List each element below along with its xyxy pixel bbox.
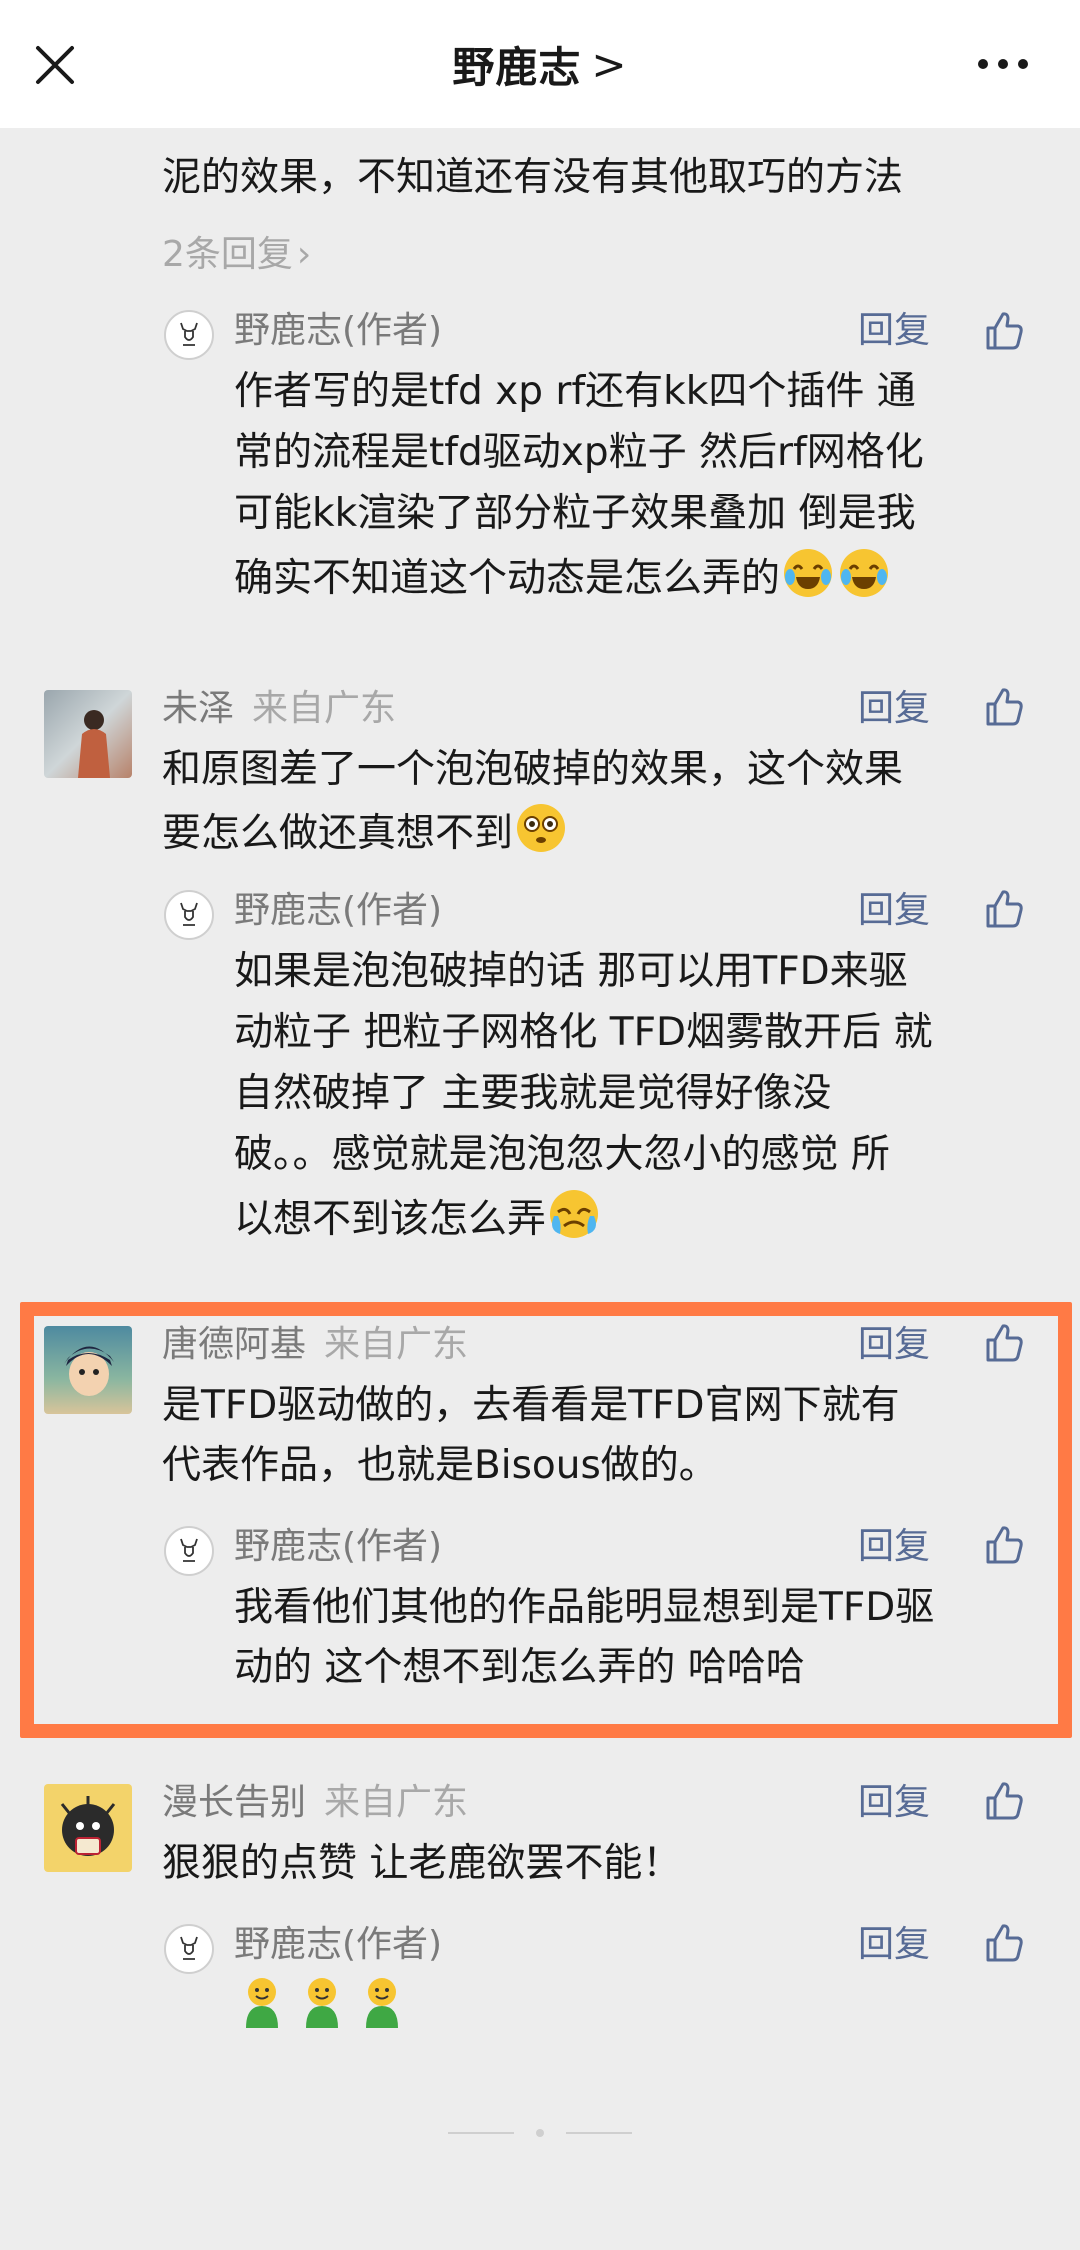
comment-author-line: 唐德阿基 来自广东 [162,1322,468,1368]
reply-button[interactable]: 回复 [858,308,930,354]
author-avatar[interactable] [164,1526,214,1576]
user-avatar[interactable] [44,690,132,778]
reply-text-line: 如果是泡泡破掉的话 那可以用TFD来驱 [234,949,908,994]
close-icon[interactable] [34,44,76,86]
reply-text-line: 破。。感觉就是泡泡忽大忽小的感觉 所 [234,1132,890,1177]
avatar-image [60,1796,116,1856]
reply-text-line: 我看他们其他的作品能明显想到是TFD驱 [234,1585,935,1630]
location-label: 来自广东 [324,1782,469,1823]
reply-text: 确实不知道这个动态是怎么弄的 [234,556,781,601]
author-name[interactable]: 野鹿志(作者) [234,888,442,934]
happy-figure-emoji-icon [246,1978,278,2028]
avatar-image [78,710,110,778]
user-avatar[interactable] [44,1326,132,1414]
comment-author-line: 未泽 来自广东 [162,686,396,732]
reply-text-line: 作者写的是tfd xp rf还有kk四个插件 通 [234,369,916,414]
more-replies-label: 2条回复 [162,234,293,275]
chevron-right-icon: > [591,39,628,89]
comment-text: 要怎么做还真想不到 [162,811,514,856]
reply-button[interactable]: 回复 [858,1780,930,1826]
comment-text-line: 是TFD驱动做的，去看看是TFD官网下就有 [162,1383,900,1428]
account-name: 野鹿志 [452,42,582,92]
crying-emoji-icon [550,1190,599,1238]
happy-figure-emoji-icon [306,1978,338,2028]
user-name[interactable]: 唐德阿基 [162,1324,306,1365]
tears-of-joy-emoji-icon [784,549,833,597]
location-label: 来自广东 [324,1324,469,1365]
more-replies-link[interactable]: 2条回复 › [162,232,311,278]
thumbs-up-icon[interactable] [982,1320,1026,1364]
thumbs-up-icon[interactable] [982,308,1026,352]
author-name[interactable]: 野鹿志(作者) [234,308,442,354]
thumbs-up-icon[interactable] [982,684,1026,728]
happy-figure-emoji-icon [366,1978,398,2028]
comment-text-line: 狠狠的点赞 让老鹿欲罢不能！ [162,1841,682,1886]
comment-author-line: 漫长告别 来自广东 [162,1780,468,1826]
author-name[interactable]: 野鹿志(作者) [234,1524,442,1570]
location-label: 来自广东 [252,688,397,729]
end-of-list-indicator [448,2129,632,2137]
thumbs-up-icon[interactable] [982,1778,1026,1822]
tears-of-joy-emoji-icon [840,549,889,597]
chevron-right-icon: › [296,234,312,275]
flushed-emoji-icon [517,804,566,852]
author-avatar[interactable] [164,1924,214,1974]
reply-emoji-row [234,1974,410,2030]
thumbs-up-icon[interactable] [982,886,1026,930]
thumbs-up-icon[interactable] [982,1522,1026,1566]
deer-logo-icon [180,322,198,346]
more-icon[interactable] [976,54,1030,74]
top-navigation-bar: 野鹿志 > [0,0,1080,128]
user-name[interactable]: 未泽 [162,688,234,729]
comment-text-line: 泥的效果，不知道还有没有其他取巧的方法 [162,155,904,200]
reply-text-line: 动粒子 把粒子网格化 TFD烟雾散开后 就 [234,1010,933,1055]
reply-text-line: 常的流程是tfd驱动xp粒子 然后rf网格化 [234,430,924,475]
comment-text-line: 和原图差了一个泡泡破掉的效果，这个效果 [162,747,904,792]
author-avatar[interactable] [164,890,214,940]
reply-text-line: 动的 这个想不到怎么弄的 哈哈哈 [234,1645,805,1690]
author-avatar[interactable] [164,310,214,360]
user-name[interactable]: 漫长告别 [162,1782,306,1823]
reply-button[interactable]: 回复 [858,888,930,934]
reply-button[interactable]: 回复 [858,1322,930,1368]
reply-button[interactable]: 回复 [858,1524,930,1570]
deer-logo-icon [180,902,198,926]
reply-button[interactable]: 回复 [858,1922,930,1968]
reply-text-line: 自然破掉了 主要我就是觉得好像没 [234,1071,832,1116]
page-title[interactable]: 野鹿志 > [452,34,627,95]
comments-list: 泥的效果，不知道还有没有其他取巧的方法 2条回复 › 野鹿志(作者) 回复 作者写… [0,0,1080,2250]
reply-text-line: 确实不知道这个动态是怎么弄的 [234,545,892,609]
reply-button[interactable]: 回复 [858,686,930,732]
user-avatar[interactable] [44,1784,132,1872]
author-name[interactable]: 野鹿志(作者) [234,1922,442,1968]
reply-text-line: 以想不到该怎么弄 [234,1186,602,1250]
comment-text-line: 要怎么做还真想不到 [162,800,569,864]
avatar-image [64,1346,114,1396]
deer-logo-icon [180,1538,198,1562]
comment-text-line: 代表作品，也就是Bisous做的。 [162,1443,718,1488]
deer-logo-icon [180,1936,198,1960]
reply-text-line: 可能kk渲染了部分粒子效果叠加 倒是我 [234,491,916,536]
thumbs-up-icon[interactable] [982,1920,1026,1964]
reply-text: 以想不到该怎么弄 [234,1197,547,1242]
